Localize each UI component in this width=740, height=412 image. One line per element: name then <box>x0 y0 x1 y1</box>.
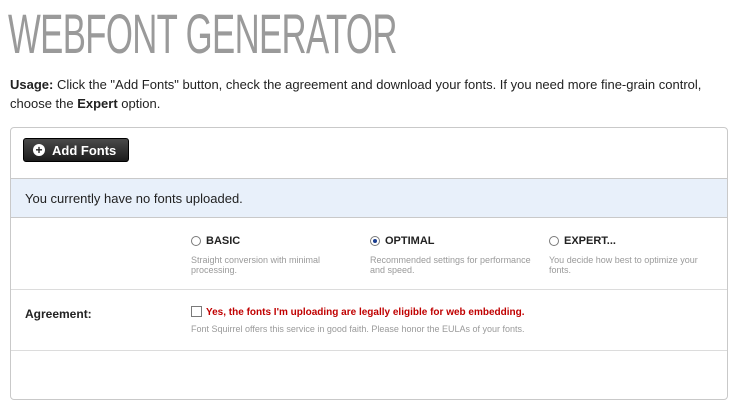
basic-description: Straight conversion with minimal process… <box>191 255 321 275</box>
agreement-label: Agreement: <box>25 307 92 321</box>
add-fonts-label: Add Fonts <box>52 142 117 158</box>
mode-option-basic[interactable]: BASIC Straight conversion with minimal p… <box>191 235 361 275</box>
add-fonts-button[interactable]: + Add Fonts <box>23 138 129 162</box>
expert-description: You decide how best to optimize your fon… <box>549 255 698 275</box>
agreement-note: Font Squirrel offers this service in goo… <box>191 324 525 334</box>
basic-radio[interactable] <box>191 236 201 246</box>
divider <box>11 289 727 290</box>
expert-radio[interactable] <box>549 236 559 246</box>
usage-instructions: Usage: Click the "Add Fonts" button, che… <box>10 75 734 113</box>
basic-label: BASIC <box>206 235 241 247</box>
optimal-label: OPTIMAL <box>385 235 435 247</box>
agreement-checkbox[interactable] <box>191 306 202 317</box>
page-title: WEBFONT GENERATOR <box>8 2 397 65</box>
usage-text-2: option. <box>117 96 161 111</box>
divider <box>11 350 727 351</box>
usage-expert-word: Expert <box>77 96 118 111</box>
usage-label: Usage: <box>10 77 54 92</box>
mode-option-expert[interactable]: EXPERT... You decide how best to optimiz… <box>549 235 719 275</box>
generator-panel: + Add Fonts You currently have no fonts … <box>10 127 728 400</box>
upload-status-text: You currently have no fonts uploaded. <box>25 190 243 206</box>
upload-status-notice: You currently have no fonts uploaded. <box>11 178 727 218</box>
optimal-description: Recommended settings for performance and… <box>370 255 531 275</box>
expert-label: EXPERT... <box>564 235 616 247</box>
mode-option-optimal[interactable]: OPTIMAL Recommended settings for perform… <box>370 235 540 275</box>
optimal-radio[interactable] <box>370 236 380 246</box>
agreement-checkbox-text[interactable]: Yes, the fonts I'm uploading are legally… <box>206 307 525 318</box>
plus-circle-icon: + <box>33 144 45 156</box>
